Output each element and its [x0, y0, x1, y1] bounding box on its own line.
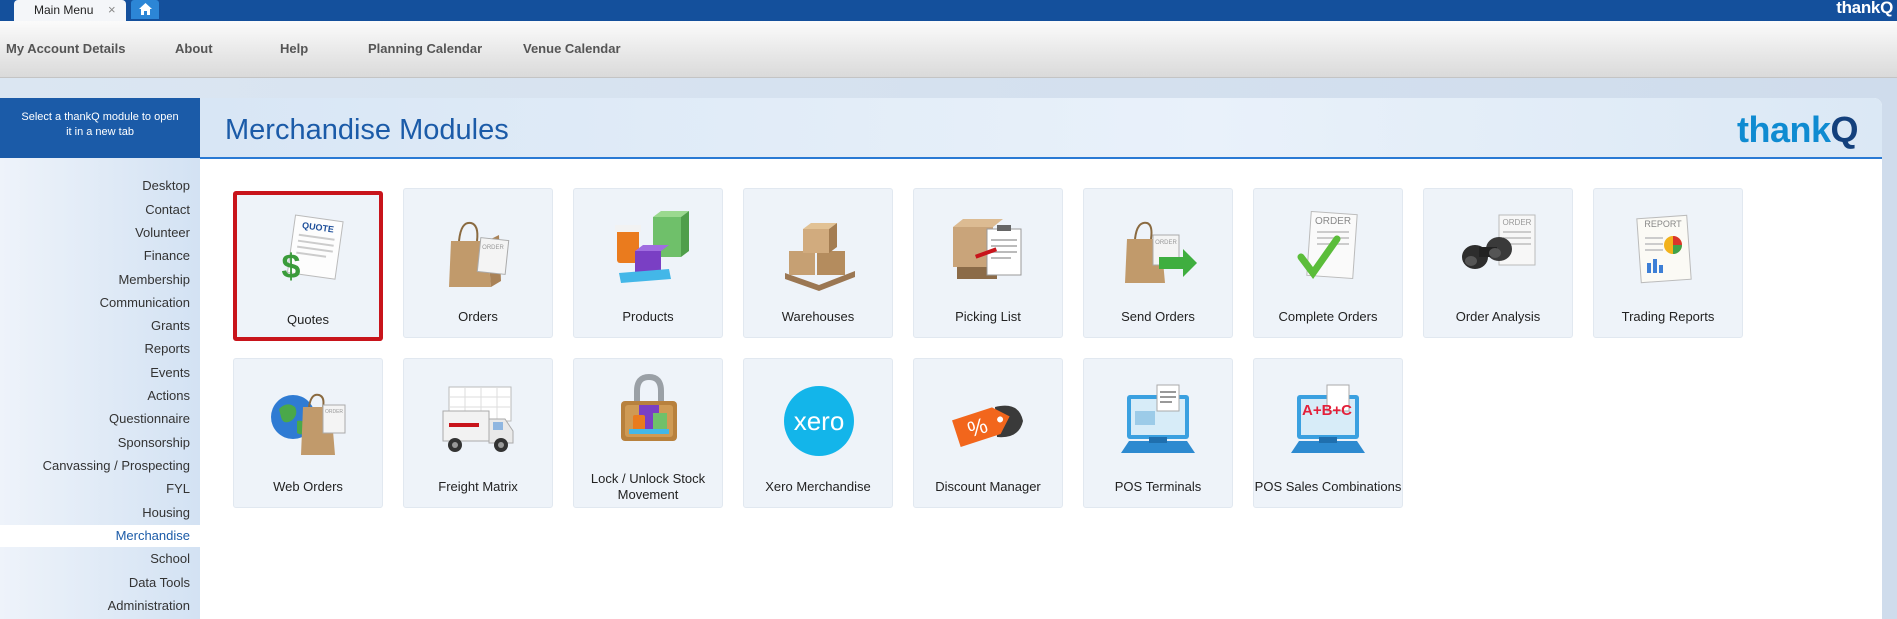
- sidebar-item-fyl[interactable]: FYL: [166, 481, 190, 496]
- module-tile-send-orders[interactable]: ORDER Send Orders: [1083, 188, 1233, 338]
- shopping-bag-order-icon: ORDER: [449, 221, 510, 287]
- module-tile-warehouses[interactable]: Warehouses: [743, 188, 893, 338]
- sidebar-item-grants[interactable]: Grants: [151, 318, 190, 333]
- module-tile-pos-sales-combinations[interactable]: A+B+C POS Sales Combinations: [1253, 358, 1403, 508]
- binoculars-icon: ORDER: [1462, 214, 1536, 269]
- module-label: Order Analysis: [1455, 309, 1541, 324]
- xero-icon: xero: [784, 386, 854, 456]
- module-label: Warehouses: [781, 309, 855, 324]
- quote-icon: QUOTE $: [282, 214, 344, 286]
- sidebar-heading: Select a thankQ module to open it in a n…: [0, 98, 200, 158]
- order-text: ORDER: [1503, 218, 1532, 227]
- module-tile-orders[interactable]: ORDER Orders: [403, 188, 553, 338]
- web-orders-icon: ORDER: [271, 393, 346, 455]
- picking-list-icon: [953, 219, 1022, 279]
- module-tile-quotes[interactable]: QUOTE $ Quotes: [233, 191, 383, 341]
- sidebar-item-volunteer[interactable]: Volunteer: [135, 225, 190, 240]
- close-icon[interactable]: ×: [108, 2, 116, 17]
- tab-main-menu[interactable]: Main Menu ×: [14, 0, 126, 21]
- nav-about[interactable]: About: [175, 41, 213, 56]
- logo-q: Q: [1830, 109, 1858, 150]
- module-label: Discount Manager: [935, 479, 1041, 494]
- order-text: ORDER: [325, 409, 343, 415]
- home-icon: [139, 3, 152, 15]
- sidebar-item-contact[interactable]: Contact: [145, 202, 190, 217]
- tab-label: Main Menu: [34, 3, 94, 17]
- module-tile-web-orders[interactable]: ORDER Web Orders: [233, 358, 383, 508]
- svg-text:$: $: [282, 248, 301, 286]
- sidebar-item-administration[interactable]: Administration: [108, 598, 190, 613]
- sidebar-item-finance[interactable]: Finance: [144, 248, 190, 263]
- module-label: Xero Merchandise: [765, 479, 871, 494]
- panel-header: Merchandise Modules thankQ: [200, 98, 1882, 159]
- sidebar-item-housing[interactable]: Housing: [142, 505, 190, 520]
- discount-tag-icon: %: [952, 405, 1023, 447]
- brand-wordmark: thankQ: [1836, 0, 1893, 17]
- report-text: REPORT: [1644, 219, 1682, 229]
- module-label: Orders: [458, 309, 498, 324]
- sidebar-item-events[interactable]: Events: [150, 365, 190, 380]
- module-label: Picking List: [955, 309, 1021, 324]
- sidebar-item-reports[interactable]: Reports: [144, 341, 190, 356]
- sidebar-item-canvassing[interactable]: Canvassing / Prospecting: [43, 458, 190, 473]
- module-label: Products: [622, 309, 674, 324]
- module-tile-xero-merchandise[interactable]: xero Xero Merchandise: [743, 358, 893, 508]
- top-nav: My Account Details About Help Planning C…: [0, 21, 1897, 78]
- sidebar-item-desktop[interactable]: Desktop: [142, 178, 190, 193]
- combination-text: A+B+C: [1302, 402, 1352, 419]
- freight-truck-icon: [442, 386, 514, 452]
- module-label: POS Sales Combinations: [1254, 479, 1402, 494]
- products-icon: [615, 211, 689, 283]
- sidebar-item-merchandise[interactable]: Merchandise: [116, 528, 190, 543]
- module-tile-picking-list[interactable]: Picking List: [913, 188, 1063, 338]
- sidebar-item-communication[interactable]: Communication: [100, 295, 190, 310]
- lock-stock-icon: [621, 373, 677, 441]
- main-panel: Merchandise Modules thankQ QUOTE $ Quote…: [200, 98, 1882, 619]
- order-text: ORDER: [1155, 240, 1177, 246]
- order-text: ORDER: [482, 245, 504, 251]
- module-tile-order-analysis[interactable]: ORDER Order Analysis: [1423, 188, 1573, 338]
- pos-combination-icon: A+B+C: [1291, 384, 1365, 453]
- complete-orders-icon: ORDER: [1297, 211, 1358, 280]
- module-label: Freight Matrix: [438, 479, 518, 494]
- module-sidebar: Select a thankQ module to open it in a n…: [0, 98, 200, 619]
- nav-my-account-details[interactable]: My Account Details: [6, 41, 125, 56]
- logo-text: thank: [1736, 109, 1831, 150]
- order-text: ORDER: [1315, 216, 1351, 227]
- sidebar-item-actions[interactable]: Actions: [147, 388, 190, 403]
- warehouse-boxes-icon: [785, 223, 855, 291]
- module-tile-lock-unlock-stock[interactable]: Lock / Unlock Stock Movement: [573, 358, 723, 508]
- trading-reports-icon: REPORT: [1636, 214, 1692, 284]
- nav-help[interactable]: Help: [280, 41, 308, 56]
- nav-planning-calendar[interactable]: Planning Calendar: [368, 41, 482, 56]
- sidebar-item-membership[interactable]: Membership: [118, 272, 190, 287]
- xero-text: xero: [794, 406, 845, 436]
- module-label: Web Orders: [273, 479, 343, 494]
- module-label: Quotes: [287, 312, 329, 327]
- module-tile-trading-reports[interactable]: REPORT Trading Reports: [1593, 188, 1743, 338]
- module-label: Complete Orders: [1278, 309, 1378, 324]
- page-title: Merchandise Modules: [225, 114, 509, 146]
- module-tile-products[interactable]: Products: [573, 188, 723, 338]
- nav-venue-calendar[interactable]: Venue Calendar: [523, 41, 621, 56]
- home-tab[interactable]: [131, 0, 159, 19]
- module-label: Trading Reports: [1621, 309, 1715, 324]
- module-label: Lock / Unlock Stock Movement: [590, 471, 706, 502]
- send-orders-icon: ORDER: [1125, 221, 1197, 283]
- thankq-logo: thankQ: [1736, 109, 1859, 151]
- sidebar-item-questionnaire[interactable]: Questionnaire: [109, 411, 190, 426]
- module-label: POS Terminals: [1114, 479, 1202, 494]
- module-tile-complete-orders[interactable]: ORDER Complete Orders: [1253, 188, 1403, 338]
- sidebar-item-data-tools[interactable]: Data Tools: [129, 575, 190, 590]
- module-label: Send Orders: [1121, 309, 1195, 324]
- module-tile-pos-terminals[interactable]: POS Terminals: [1083, 358, 1233, 508]
- module-tile-discount-manager[interactable]: % Discount Manager: [913, 358, 1063, 508]
- pos-terminal-icon: [1121, 384, 1195, 453]
- sidebar-item-school[interactable]: School: [150, 551, 190, 566]
- module-tile-freight-matrix[interactable]: Freight Matrix: [403, 358, 553, 508]
- sidebar-item-sponsorship[interactable]: Sponsorship: [118, 435, 190, 450]
- tab-bar: Main Menu × thankQ: [0, 0, 1897, 21]
